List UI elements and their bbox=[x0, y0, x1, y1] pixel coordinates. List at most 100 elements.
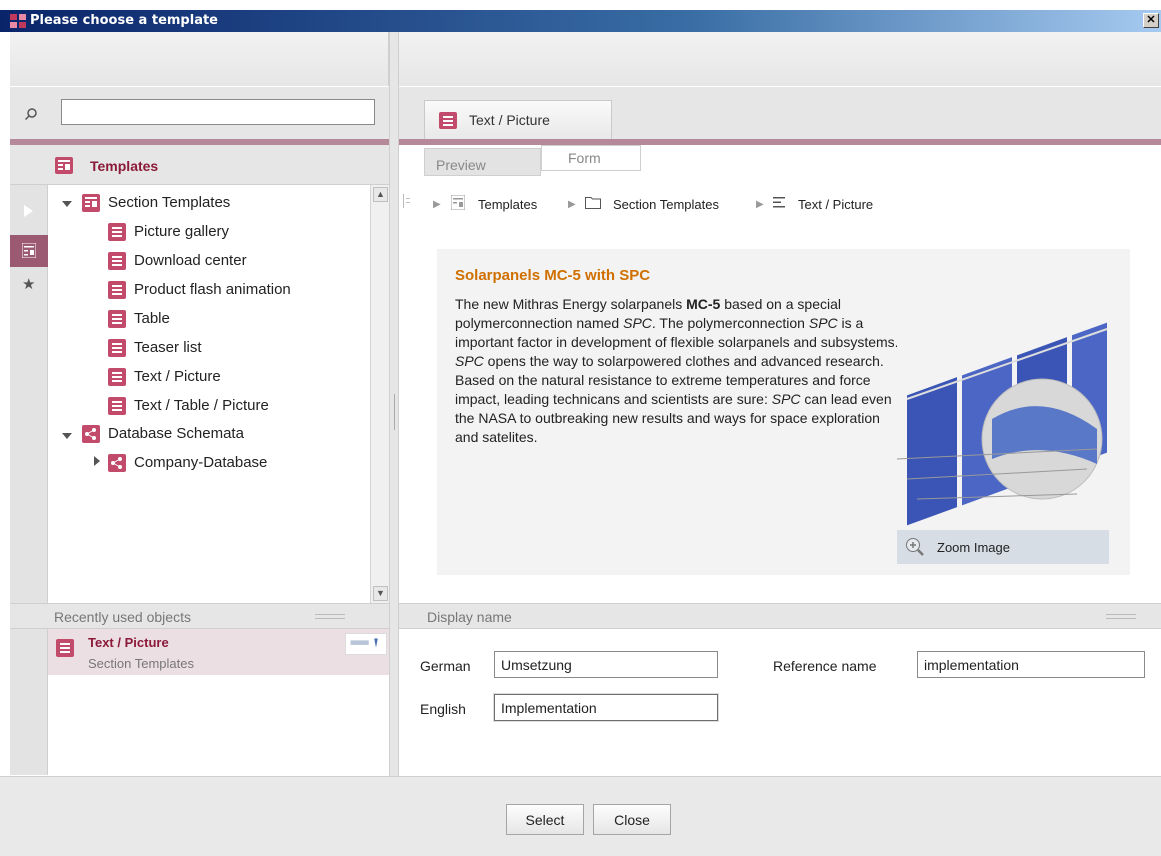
recent-item[interactable]: Text / Picture Section Templates bbox=[48, 629, 389, 675]
zoom-image-button[interactable]: Zoom Image bbox=[897, 530, 1109, 564]
display-name-title: Display name bbox=[427, 609, 512, 625]
zoom-image-label: Zoom Image bbox=[937, 540, 1010, 555]
close-button[interactable]: Close bbox=[593, 804, 671, 835]
tree-node-label: Section Templates bbox=[108, 194, 231, 211]
tree-item-label: Teaser list bbox=[134, 339, 202, 356]
preview-title: Solarpanels MC-5 with SPC bbox=[455, 267, 651, 284]
database-schema-icon bbox=[82, 425, 100, 444]
english-label: English bbox=[420, 701, 466, 717]
template-icon bbox=[108, 397, 126, 416]
folder-icon bbox=[585, 197, 601, 209]
resize-grip-icon[interactable] bbox=[315, 614, 345, 619]
display-name-form: German English Reference name bbox=[399, 629, 1161, 776]
template-icon bbox=[56, 639, 74, 657]
view-tabs: Preview Form bbox=[399, 145, 1161, 183]
tree-node-section-templates[interactable]: Section Templates bbox=[82, 190, 230, 216]
template-icon bbox=[108, 310, 126, 329]
tab-text-picture[interactable]: Text / Picture bbox=[424, 100, 612, 140]
templates-label: Templates bbox=[90, 158, 159, 174]
play-arrow-icon bbox=[24, 205, 33, 217]
right-toolbar bbox=[399, 32, 1161, 86]
tree-item-download-center[interactable]: Download center bbox=[108, 248, 247, 274]
tree-item-label: Picture gallery bbox=[134, 223, 230, 240]
template-tree: Section Templates Picture gallery Downlo… bbox=[48, 185, 370, 603]
templates-icon bbox=[451, 195, 465, 210]
collapse-triangle-icon[interactable] bbox=[62, 431, 72, 441]
template-icon bbox=[108, 252, 126, 271]
zoom-magnifier-icon bbox=[906, 538, 924, 556]
collapse-triangle-icon[interactable] bbox=[62, 199, 72, 209]
scroll-down-arrow-icon[interactable]: ▼ bbox=[373, 586, 388, 601]
tree-item-label: Download center bbox=[134, 252, 247, 269]
recent-objects-title: Recently used objects bbox=[54, 609, 191, 625]
resize-grip-icon[interactable] bbox=[1106, 614, 1136, 619]
recent-item-title: Text / Picture bbox=[88, 635, 169, 650]
window-title-bar: Please choose a template ✕ bbox=[0, 10, 1161, 32]
search-icon[interactable] bbox=[24, 107, 38, 121]
display-name-header: Display name bbox=[399, 603, 1161, 629]
tab-label: Text / Picture bbox=[469, 112, 550, 128]
tree-item-product-flash-animation[interactable]: Product flash animation bbox=[108, 277, 291, 303]
templates-strip-button[interactable] bbox=[10, 235, 48, 267]
tree-node-company-database[interactable]: Company-Database bbox=[108, 450, 267, 476]
breadcrumb-separator-icon: ▶ bbox=[433, 199, 441, 210]
tree-item-text-table-picture[interactable]: Text / Table / Picture bbox=[108, 393, 269, 419]
window-close-button[interactable]: ✕ bbox=[1143, 13, 1159, 28]
pane-splitter[interactable] bbox=[389, 32, 399, 777]
breadcrumb-start-icon bbox=[403, 194, 410, 208]
tree-scrollbar[interactable]: ▲ ▼ bbox=[370, 185, 389, 603]
tree-item-label: Text / Picture bbox=[134, 368, 221, 385]
template-icon bbox=[439, 112, 457, 129]
search-row bbox=[10, 87, 389, 139]
english-field[interactable] bbox=[494, 694, 718, 721]
breadcrumb-templates[interactable]: Templates bbox=[478, 197, 537, 212]
template-icon bbox=[108, 368, 126, 387]
tree-item-text-picture[interactable]: Text / Picture bbox=[108, 364, 221, 390]
favorites-strip-button[interactable]: ★ bbox=[10, 269, 48, 301]
templates-list-icon bbox=[22, 243, 36, 258]
left-toolbar bbox=[10, 32, 389, 86]
scroll-up-arrow-icon[interactable]: ▲ bbox=[373, 187, 388, 202]
german-label: German bbox=[420, 658, 471, 674]
tree-node-label: Company-Database bbox=[134, 454, 268, 471]
tab-form[interactable]: Form bbox=[541, 145, 641, 171]
template-icon bbox=[108, 339, 126, 358]
tree-item-label: Text / Table / Picture bbox=[134, 397, 269, 414]
expand-triangle-icon[interactable] bbox=[92, 456, 102, 466]
breadcrumb-separator-icon: ▶ bbox=[568, 199, 576, 210]
recent-objects-list: Text / Picture Section Templates bbox=[48, 629, 389, 776]
select-button[interactable]: Select bbox=[506, 804, 584, 835]
recent-item-thumbnail bbox=[345, 633, 387, 655]
text-lines-icon bbox=[773, 197, 785, 208]
breadcrumb-separator-icon: ▶ bbox=[756, 199, 764, 210]
reference-name-field[interactable] bbox=[917, 651, 1145, 678]
section-templates-folder-icon bbox=[82, 194, 100, 213]
templates-header: Templates bbox=[10, 145, 389, 185]
template-icon bbox=[108, 223, 126, 242]
tree-item-label: Table bbox=[134, 310, 170, 327]
window-title: Please choose a template bbox=[30, 13, 218, 28]
search-input[interactable] bbox=[61, 99, 375, 125]
reference-name-label: Reference name bbox=[773, 658, 877, 674]
template-icon bbox=[108, 281, 126, 300]
solarpanel-image bbox=[897, 289, 1109, 529]
tree-node-database-schemata[interactable]: Database Schemata bbox=[82, 421, 244, 447]
tree-item-label: Product flash animation bbox=[134, 281, 291, 298]
tree-item-teaser-list[interactable]: Teaser list bbox=[108, 335, 202, 361]
tree-item-picture-gallery[interactable]: Picture gallery bbox=[108, 219, 229, 245]
breadcrumb: ▶ Templates ▶ Section Templates ▶ Text /… bbox=[399, 188, 1161, 220]
right-tab-bar: Text / Picture bbox=[399, 87, 1161, 140]
preview-body-text: The new Mithras Energy solarpanels MC-5 … bbox=[455, 296, 899, 445]
star-icon: ★ bbox=[22, 276, 36, 293]
breadcrumb-current: Text / Picture bbox=[798, 197, 874, 212]
breadcrumb-section-templates[interactable]: Section Templates bbox=[613, 197, 719, 212]
recent-objects-header: Recently used objects bbox=[10, 603, 389, 629]
database-icon bbox=[108, 454, 126, 473]
tree-item-table[interactable]: Table bbox=[108, 306, 170, 332]
side-strip: ★ bbox=[10, 185, 48, 775]
app-icon bbox=[10, 14, 26, 28]
expand-strip-button[interactable] bbox=[10, 195, 48, 227]
tab-preview[interactable]: Preview bbox=[424, 148, 541, 176]
german-field[interactable] bbox=[494, 651, 718, 678]
templates-icon bbox=[55, 157, 73, 174]
